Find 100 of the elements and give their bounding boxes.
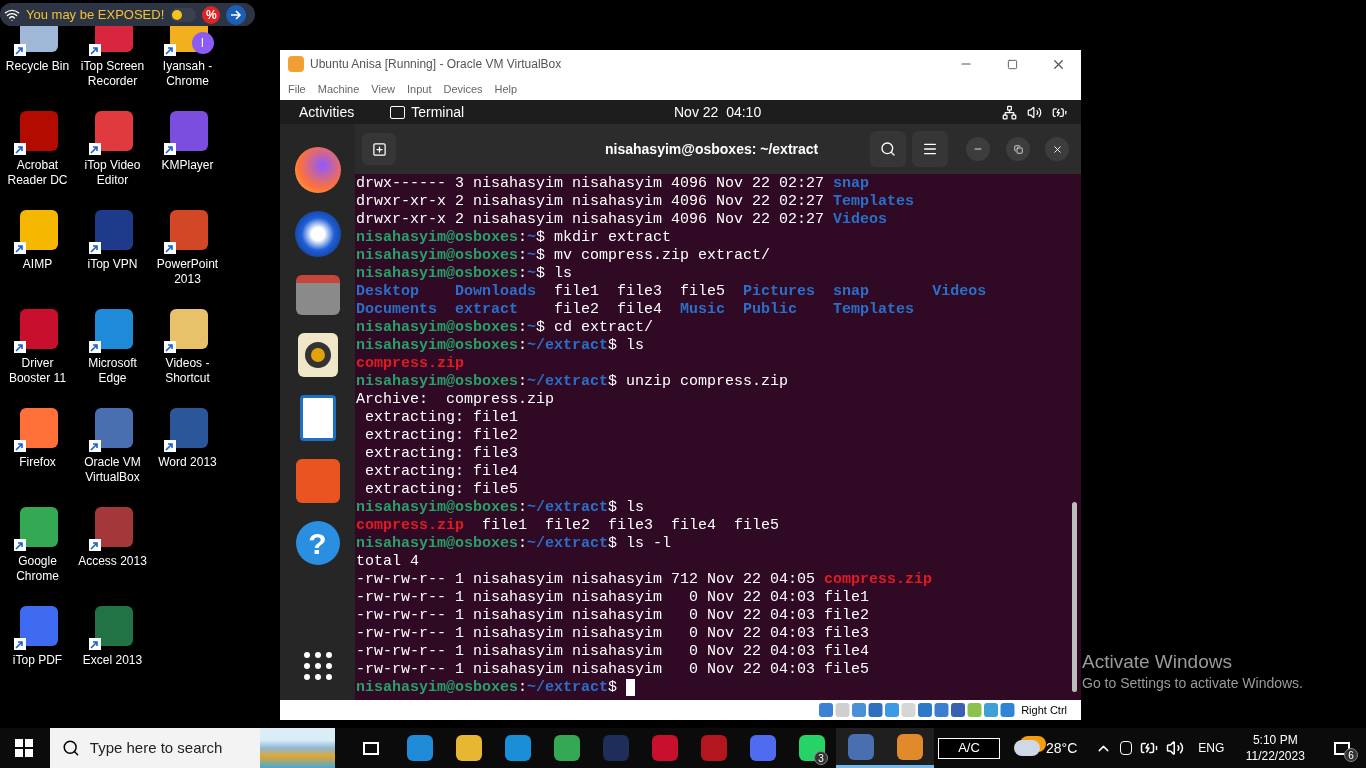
language-indicator[interactable]: ENG (1198, 739, 1225, 757)
desktop-icon-label[interactable]: PowerPoint 2013 (151, 257, 224, 287)
discount-badge[interactable]: % (202, 5, 221, 24)
network-icon[interactable] (1002, 104, 1017, 120)
desktop-icon-label[interactable]: iTop PDF (1, 653, 74, 668)
app-icon (169, 210, 208, 250)
desktop-icon-label[interactable]: Recycle Bin (1, 59, 74, 74)
desktop-icon-label[interactable]: Firefox (1, 455, 74, 470)
maximize-icon (1006, 58, 1018, 70)
terminal-line: nisahasyim@osboxes:~$ ls (356, 265, 573, 283)
terminal-line: nisahasyim@osboxes:~$ cd extract/ (356, 319, 654, 337)
terminal-line: Desktop Downloads file1 file3 file5 Pictures snap Videos (356, 283, 987, 301)
shortcut-arrow-icon (88, 440, 101, 452)
menu-item[interactable]: Machine (311, 80, 366, 98)
menu-item[interactable]: File (282, 80, 312, 98)
desktop-icon-label[interactable]: Driver Booster 11 (1, 356, 74, 386)
terminal-line: nisahasyim@osboxes:~/extract$ unzip compress.zip (356, 373, 789, 391)
search-field[interactable]: Type here to search (89, 736, 260, 760)
terminal-line: -rw-rw-r-- 1 nisahasyim nisahasyim 0 Nov 22 04:03 file2 (356, 607, 870, 625)
notification-button[interactable]: 6 (1328, 734, 1356, 762)
desktop-icon-label[interactable]: Excel 2013 (76, 653, 149, 668)
desktop-icon-label[interactable]: Oracle VM VirtualBox (76, 455, 149, 485)
app-icon (19, 309, 58, 349)
shortcut-arrow-icon (88, 539, 101, 551)
app-icon (19, 210, 58, 250)
terminal-line: extracting: file2 (364, 427, 519, 445)
menu-item[interactable]: Help (488, 80, 524, 98)
desktop-icon-label[interactable]: iTop Video Editor (76, 158, 149, 188)
power-indicator[interactable]: A/C (938, 737, 1000, 759)
close-icon (1051, 143, 1063, 155)
new-tab-button[interactable] (362, 133, 396, 165)
desktop-icon-label[interactable]: Google Chrome (1, 554, 74, 584)
app-icon (94, 507, 133, 547)
shortcut-arrow-icon (88, 638, 101, 650)
desktop-icon-label[interactable]: Acrobat Reader DC (1, 158, 74, 188)
search-button[interactable] (870, 131, 906, 167)
close-button[interactable] (1045, 137, 1069, 161)
desktop-icon-label[interactable]: Word 2013 (151, 455, 224, 470)
document-icon[interactable] (299, 395, 336, 441)
terminal-line: extracting: file5 (364, 481, 519, 499)
taskbar-app[interactable] (836, 728, 885, 768)
mail-client-icon[interactable] (294, 211, 341, 257)
app-icon (94, 210, 133, 250)
desktop-icon-label[interactable]: Iyansah - Chrome (151, 59, 224, 89)
windows-logo-icon (15, 739, 33, 757)
taskbar-app[interactable] (885, 728, 934, 768)
desktop-icon-label[interactable]: Videos - Shortcut (151, 356, 224, 386)
shortcut-arrow-icon (163, 242, 176, 254)
shortcut-arrow-icon (88, 341, 101, 353)
menu-item[interactable]: Devices (437, 80, 489, 98)
count-badge: 3 (814, 751, 828, 765)
activities-button[interactable]: Activities (299, 101, 355, 123)
browser-icon[interactable] (294, 147, 341, 193)
apps-grid-icon[interactable] (303, 652, 332, 680)
folder-icon[interactable] (295, 275, 340, 315)
search-box[interactable]: Type here to search (50, 728, 335, 768)
menu-button[interactable] (912, 131, 948, 167)
desktop-icon-label[interactable]: KMPlayer (151, 158, 224, 173)
terminal-line: nisahasyim@osboxes:~/extract$ ls (356, 337, 645, 355)
camera-icon[interactable] (1120, 741, 1133, 755)
shortcut-arrow-icon (88, 242, 101, 254)
shortcut-arrow-icon (163, 341, 176, 353)
desktop-icon-label[interactable]: Access 2013 (76, 554, 149, 569)
menu-item[interactable]: View (365, 80, 401, 98)
speaker-icon[interactable] (297, 333, 338, 377)
clock[interactable]: Nov 22 04:10 (674, 101, 762, 123)
store-bag-icon[interactable] (295, 459, 340, 503)
app-name[interactable]: Terminal (411, 101, 465, 123)
search-icon (880, 141, 896, 157)
terminal-line: -rw-rw-r-- 1 nisahasyim nisahasyim 0 Nov 22 04:03 file5 (356, 661, 870, 679)
shortcut-arrow-icon (88, 143, 101, 155)
desktop-icon-label[interactable]: Microsoft Edge (76, 356, 149, 386)
clock[interactable]: 5:10 PM 11/22/2023 (1240, 732, 1311, 764)
shortcut-arrow-icon (163, 44, 176, 56)
scrollbar-thumb[interactable] (1072, 502, 1077, 692)
arrow-button[interactable] (226, 4, 247, 25)
toggle-switch[interactable] (170, 7, 197, 22)
terminal-line: Documents extract file2 file4 Music Public Templates (356, 301, 915, 319)
terminal-line: extracting: file3 (364, 445, 519, 463)
menu-item[interactable]: Input (400, 80, 438, 98)
restore-icon (1013, 144, 1023, 154)
terminal-line: nisahasyim@osboxes:~/extract$ ls -l (356, 535, 672, 553)
volume-icon[interactable] (1027, 104, 1042, 120)
temperature[interactable]: 28°C (1046, 737, 1078, 759)
minimize-button[interactable] (966, 137, 990, 161)
desktop-icon-label[interactable]: iTop VPN (76, 257, 149, 272)
terminal-line: drwxr-xr-x 2 nisahasyim nisahasyim 4096 Nov 22 02:27 Templates (356, 193, 915, 211)
restore-button[interactable] (1006, 137, 1030, 161)
app-icon (169, 309, 208, 349)
taskbar-app[interactable]: 3 (787, 728, 836, 768)
window-title: Ubuntu Anisa [Running] - Oracle VM VirtualBox (310, 56, 562, 73)
desktop-icon-label[interactable]: AIMP (1, 257, 74, 272)
device-status-icons-drawing[interactable] (819, 702, 1018, 718)
shortcut-arrow-icon (13, 143, 26, 155)
desktop-icon-label[interactable]: iTop Screen Recorder (76, 59, 149, 89)
terminal-line: Archive: compress.zip (356, 391, 555, 409)
terminal-line: -rw-rw-r-- 1 nisahasyim nisahasyim 0 Nov 22 04:03 file1 (356, 589, 870, 607)
terminal-line: nisahasyim@osboxes:~$ mkdir extract (356, 229, 672, 247)
volume-icon[interactable] (1166, 739, 1185, 757)
terminal-line: -rw-rw-r-- 1 nisahasyim nisahasyim 712 Nov 22 04:05 compress.zip (356, 571, 933, 589)
